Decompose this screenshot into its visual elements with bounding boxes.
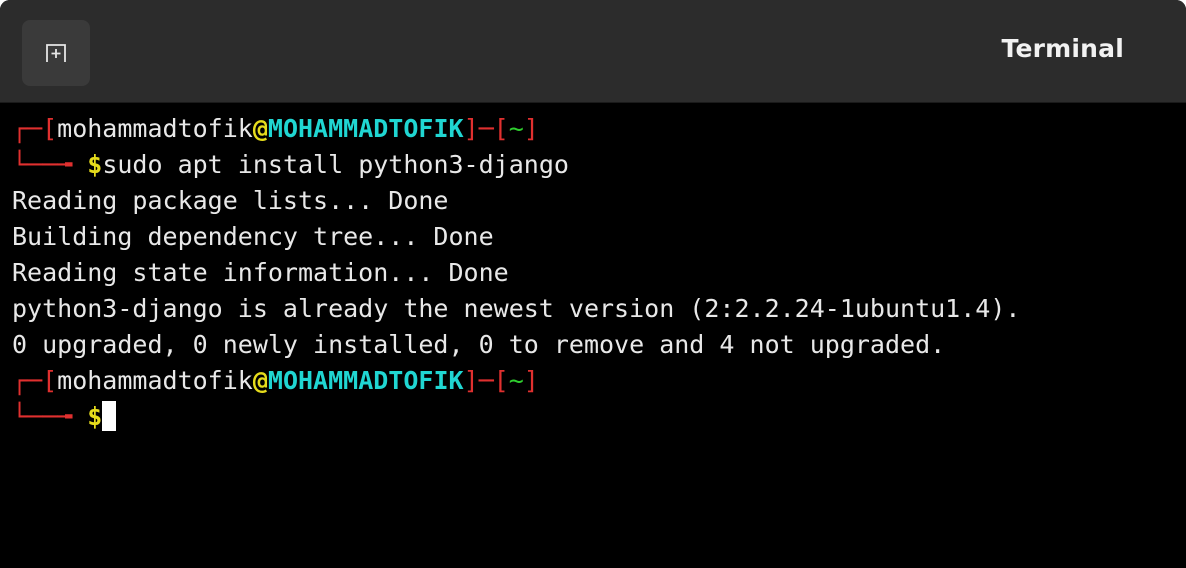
prompt-dir: ~ xyxy=(508,366,524,395)
new-tab-button[interactable] xyxy=(22,20,90,86)
prompt-user: mohammadtofik xyxy=(57,114,253,143)
output-line: 0 upgraded, 0 newly installed, 0 to remo… xyxy=(12,330,946,359)
prompt-line-2: ┌─[mohammadtofik@MOHAMMADTOFIK]─[~] xyxy=(12,363,539,399)
command-line-1: └──╼ $sudo apt install python3-django xyxy=(12,147,569,183)
output-line: Building dependency tree... Done xyxy=(12,222,494,251)
terminal-output-area[interactable]: ┌─[mohammadtofik@MOHAMMADTOFIK]─[~] └──╼… xyxy=(0,103,1186,568)
prompt-at: @ xyxy=(252,366,268,395)
window-title: Terminal xyxy=(1001,34,1124,63)
terminal-window: Terminal ┌─[mohammadtofik@MOHAMMADTOFIK]… xyxy=(0,0,1186,568)
text-cursor xyxy=(102,401,117,431)
prompt-dollar: $ xyxy=(87,150,103,179)
prompt-separator: ]─[ xyxy=(463,366,509,395)
prompt-user: mohammadtofik xyxy=(57,366,253,395)
prompt-dollar: $ xyxy=(87,402,103,431)
prompt-bracket-close: ] xyxy=(523,366,539,395)
prompt-line-1: ┌─[mohammadtofik@MOHAMMADTOFIK]─[~] xyxy=(12,111,539,147)
prompt-bracket: ┌─[ xyxy=(12,366,58,395)
prompt-at: @ xyxy=(252,114,268,143)
output-line: Reading package lists... Done xyxy=(12,186,449,215)
output-line: Reading state information... Done xyxy=(12,258,509,287)
command-line-2: └──╼ $ xyxy=(12,399,117,435)
output-line: python3-django is already the newest ver… xyxy=(12,294,1021,323)
prompt-host: MOHAMMADTOFIK xyxy=(267,366,464,395)
prompt-bracket: ┌─[ xyxy=(12,114,58,143)
prompt-arrow: └──╼ xyxy=(12,402,88,431)
prompt-arrow: └──╼ xyxy=(12,150,88,179)
prompt-bracket-close: ] xyxy=(523,114,539,143)
command-text: sudo apt install python3-django xyxy=(102,150,569,179)
prompt-separator: ]─[ xyxy=(463,114,509,143)
title-bar: Terminal xyxy=(0,0,1186,103)
prompt-host: MOHAMMADTOFIK xyxy=(267,114,464,143)
new-tab-icon xyxy=(46,44,66,62)
prompt-dir: ~ xyxy=(508,114,524,143)
